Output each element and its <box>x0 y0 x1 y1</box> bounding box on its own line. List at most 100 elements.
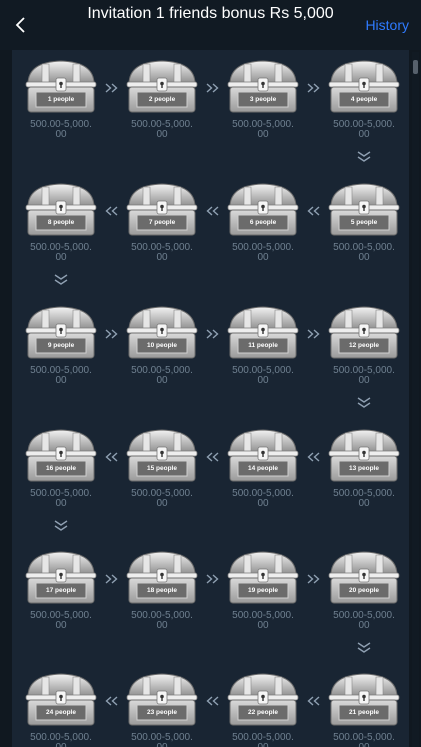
double-chevron-down-icon <box>356 150 372 164</box>
reward-chest[interactable]: 12 people <box>327 304 401 360</box>
reward-amount: 500.00-5,000. 00 <box>232 610 294 631</box>
reward-amount: 500.00-5,000. 00 <box>30 610 92 631</box>
chevron-left-icon <box>15 17 25 33</box>
reward-chest[interactable]: 5 people <box>327 181 401 237</box>
reward-amount: 500.00-5,000. 00 <box>131 119 193 140</box>
reward-chest[interactable]: 3 people <box>226 58 300 114</box>
double-chevron-left-icon <box>104 451 120 463</box>
scrollbar-thumb[interactable] <box>413 60 418 74</box>
reward-amount: 500.00-5,000. 00 <box>333 365 395 386</box>
reward-chest[interactable]: 9 people <box>24 304 98 360</box>
chest-people-label: 18 people <box>147 587 177 594</box>
reward-chest[interactable]: 20 people <box>327 549 401 605</box>
reward-amount: 500.00-5,000. 00 <box>232 732 294 747</box>
double-chevron-left-icon <box>104 205 120 217</box>
double-chevron-down-icon <box>53 273 69 287</box>
double-chevron-left-icon <box>205 695 221 707</box>
double-chevron-right-icon <box>205 573 221 585</box>
chest-people-label: 13 people <box>349 465 379 472</box>
reward-chest[interactable]: 13 people <box>327 427 401 483</box>
double-chevron-right-icon <box>205 328 221 340</box>
reward-chest[interactable]: 4 people <box>327 58 401 114</box>
chest-people-label: 23 people <box>147 709 177 716</box>
chest-people-label: 19 people <box>248 587 278 594</box>
reward-chest[interactable]: 7 people <box>125 181 199 237</box>
chest-people-label: 10 people <box>147 342 177 349</box>
reward-amount: 500.00-5,000. 00 <box>333 610 395 631</box>
chest-people-label: 3 people <box>249 96 277 103</box>
reward-amount: 500.00-5,000. 00 <box>333 242 395 263</box>
double-chevron-left-icon <box>205 451 221 463</box>
reward-amount: 500.00-5,000. 00 <box>232 488 294 509</box>
double-chevron-right-icon <box>306 82 322 94</box>
reward-chest[interactable]: 22 people <box>226 671 300 727</box>
double-chevron-right-icon <box>104 328 120 340</box>
chest-people-label: 21 people <box>349 709 379 716</box>
chest-people-label: 12 people <box>349 342 379 349</box>
double-chevron-left-icon <box>306 695 322 707</box>
reward-chest[interactable]: 1 people <box>24 58 98 114</box>
chest-people-label: 7 people <box>148 219 176 226</box>
reward-chest[interactable]: 14 people <box>226 427 300 483</box>
reward-chest[interactable]: 21 people <box>327 671 401 727</box>
reward-amount: 500.00-5,000. 00 <box>131 242 193 263</box>
double-chevron-left-icon <box>306 451 322 463</box>
double-chevron-down-icon <box>356 641 372 655</box>
reward-chest[interactable]: 8 people <box>24 181 98 237</box>
reward-amount: 500.00-5,000. 00 <box>30 365 92 386</box>
double-chevron-down-icon <box>356 396 372 410</box>
reward-amount: 500.00-5,000. 00 <box>131 365 193 386</box>
reward-amount: 500.00-5,000. 00 <box>232 242 294 263</box>
page-title: Invitation 1 friends bonus Rs 5,000 <box>87 5 334 22</box>
reward-chest[interactable]: 24 people <box>24 671 98 727</box>
reward-chest[interactable]: 2 people <box>125 58 199 114</box>
double-chevron-right-icon <box>306 573 322 585</box>
chest-people-label: 24 people <box>46 709 76 716</box>
reward-amount: 500.00-5,000. 00 <box>333 119 395 140</box>
chest-people-label: 20 people <box>349 587 379 594</box>
reward-chest[interactable]: 17 people <box>24 549 98 605</box>
chest-people-label: 22 people <box>248 709 278 716</box>
double-chevron-right-icon <box>306 328 322 340</box>
reward-amount: 500.00-5,000. 00 <box>131 610 193 631</box>
chest-people-label: 9 people <box>47 342 75 349</box>
history-link[interactable]: History <box>365 16 409 34</box>
reward-amount: 500.00-5,000. 00 <box>30 119 92 140</box>
chest-people-label: 4 people <box>350 96 378 103</box>
chest-people-label: 16 people <box>46 465 76 472</box>
chest-people-label: 2 people <box>148 96 176 103</box>
reward-amount: 500.00-5,000. 00 <box>232 365 294 386</box>
chest-people-label: 15 people <box>147 465 177 472</box>
double-chevron-right-icon <box>104 573 120 585</box>
chest-people-label: 8 people <box>47 219 75 226</box>
back-button[interactable] <box>8 12 32 38</box>
reward-amount: 500.00-5,000. 00 <box>30 732 92 747</box>
chest-people-label: 6 people <box>249 219 277 226</box>
reward-amount: 500.00-5,000. 00 <box>232 119 294 140</box>
reward-chest[interactable]: 16 people <box>24 427 98 483</box>
reward-amount: 500.00-5,000. 00 <box>333 488 395 509</box>
double-chevron-right-icon <box>205 82 221 94</box>
chest-people-label: 5 people <box>350 219 378 226</box>
reward-chest[interactable]: 15 people <box>125 427 199 483</box>
reward-chest[interactable]: 10 people <box>125 304 199 360</box>
chest-people-label: 1 people <box>47 96 75 103</box>
reward-amount: 500.00-5,000. 00 <box>131 488 193 509</box>
reward-chest[interactable]: 19 people <box>226 549 300 605</box>
reward-chest[interactable]: 11 people <box>226 304 300 360</box>
chest-grid-panel: 1 people 500.00-5,000. 00 2 people 500.00-5… <box>12 50 409 747</box>
reward-chest[interactable]: 18 people <box>125 549 199 605</box>
reward-amount: 500.00-5,000. 00 <box>30 488 92 509</box>
reward-amount: 500.00-5,000. 00 <box>131 732 193 747</box>
header-bar: Invitation 1 friends bonus Rs 5,000 Hist… <box>0 0 421 50</box>
double-chevron-left-icon <box>205 205 221 217</box>
chest-people-label: 17 people <box>46 587 76 594</box>
reward-amount: 500.00-5,000. 00 <box>30 242 92 263</box>
reward-chest[interactable]: 6 people <box>226 181 300 237</box>
double-chevron-down-icon <box>53 519 69 533</box>
double-chevron-right-icon <box>104 82 120 94</box>
reward-chest[interactable]: 23 people <box>125 671 199 727</box>
chest-people-label: 14 people <box>248 465 278 472</box>
scroll-track[interactable] <box>412 52 419 747</box>
reward-amount: 500.00-5,000. 00 <box>333 732 395 747</box>
